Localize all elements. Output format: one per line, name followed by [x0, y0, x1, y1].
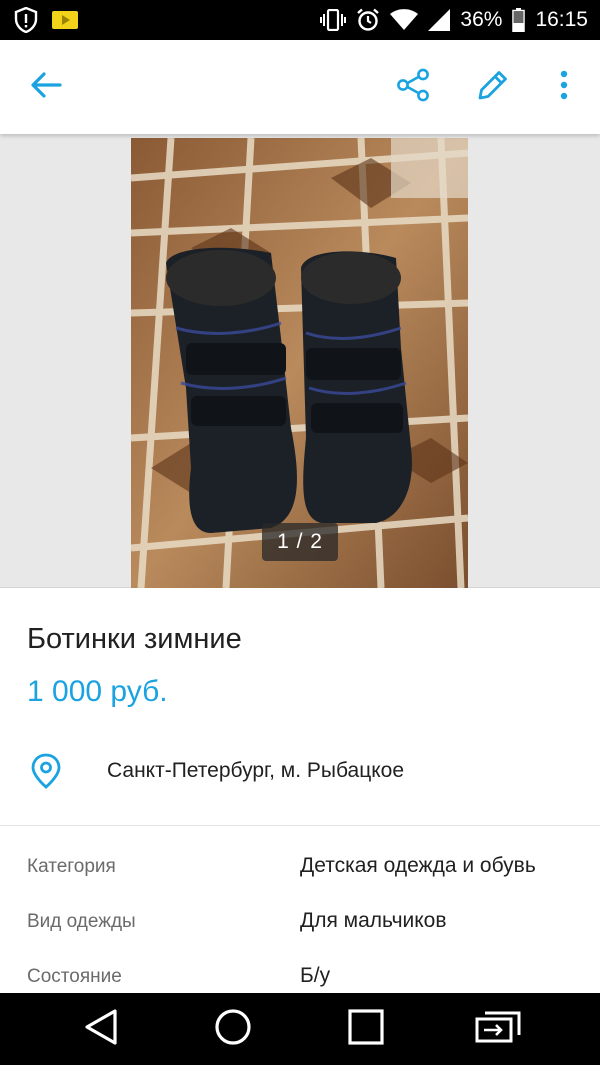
edit-button[interactable]: [469, 63, 517, 111]
back-arrow-icon: [30, 71, 62, 104]
nav-switch-button[interactable]: [470, 1005, 526, 1053]
divider: [0, 825, 600, 826]
nav-back-button[interactable]: [73, 1005, 129, 1053]
status-bar: 36% 16:15: [0, 0, 600, 40]
param-value: Детская одежда и обувь: [300, 854, 536, 877]
vibrate-icon: [320, 9, 347, 31]
nav-recent-icon: [348, 1008, 384, 1050]
location-text: Санкт-Петербург, м. Рыбацкое: [107, 759, 405, 782]
battery-percent: 36%: [460, 8, 503, 31]
edit-pencil-icon: [476, 68, 510, 107]
param-row-clothing-type: Вид одежды Для мальчиков: [0, 905, 600, 945]
nav-recent-button[interactable]: [338, 1005, 394, 1053]
nav-home-icon: [214, 1008, 252, 1051]
param-row-category: Категория Детская одежда и обувь: [0, 850, 600, 890]
video-notification-icon: [52, 10, 78, 30]
listing-title: Ботинки зимние: [27, 623, 242, 655]
back-button[interactable]: [22, 63, 70, 111]
alert-shield-icon: [14, 7, 38, 33]
share-icon: [396, 68, 430, 107]
param-label: Вид одежды: [27, 911, 136, 932]
clock: 16:15: [535, 8, 588, 31]
listing-photo[interactable]: [131, 138, 468, 588]
toolbar: [0, 40, 600, 134]
more-vertical-icon: [559, 70, 569, 105]
param-label: Категория: [27, 856, 116, 877]
photo-counter: 1 / 2: [262, 523, 338, 561]
nav-switch-icon: [475, 1011, 521, 1048]
param-value: Б/у: [300, 964, 331, 987]
share-button[interactable]: [389, 63, 437, 111]
location-row[interactable]: Санкт-Петербург, м. Рыбацкое: [0, 745, 600, 801]
photo-gallery[interactable]: 1 / 2: [0, 134, 600, 588]
battery-icon: [512, 8, 526, 32]
param-label: Состояние: [27, 966, 122, 987]
nav-back-icon: [84, 1008, 118, 1050]
param-value: Для мальчиков: [300, 909, 447, 932]
nav-home-button[interactable]: [205, 1005, 261, 1053]
wifi-icon: [390, 9, 419, 31]
listing-price: 1 000 руб.: [27, 675, 168, 708]
location-pin-icon: [31, 753, 61, 794]
more-options-button[interactable]: [540, 63, 588, 111]
signal-icon: [428, 9, 451, 31]
alarm-icon: [356, 8, 380, 32]
system-nav-bar: [0, 993, 600, 1065]
